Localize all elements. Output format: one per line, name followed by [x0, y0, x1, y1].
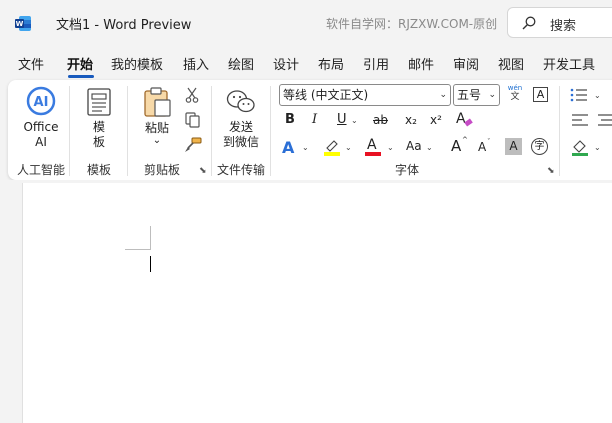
clipboard-group-label: 剪贴板 [144, 163, 181, 177]
send-to-wechat-label-1: 发送 [228, 120, 253, 134]
char-shading-button[interactable]: A [505, 138, 522, 155]
paste-dropdown-icon: ⌄ [152, 135, 162, 146]
text-effects-button[interactable]: A [282, 138, 294, 157]
search-icon [522, 16, 536, 30]
highlighter-icon[interactable] [323, 138, 341, 156]
phonetic-char: 文 [510, 92, 520, 102]
document-title: 文档1 - Word Preview [56, 18, 192, 33]
chevron-down-icon: ⌄ [439, 90, 447, 100]
caret-up-icon: ^ [462, 136, 468, 144]
tab-view[interactable]: 视图 [498, 54, 524, 73]
file-transfer-group-label: 文件传输 [217, 163, 266, 177]
chevron-down-icon[interactable]: ⌄ [426, 143, 433, 152]
tab-my-templates[interactable]: 我的模板 [111, 54, 163, 73]
ai-group-label: 人工智能 [17, 163, 66, 177]
font-group-label: 字体 [395, 163, 420, 177]
clear-format-button[interactable]: A [456, 111, 466, 127]
shrink-font-button[interactable]: A [478, 140, 486, 154]
chevron-down-icon[interactable]: ⌄ [351, 116, 358, 125]
font-color-swatch [365, 152, 381, 156]
bullets-icon[interactable] [570, 87, 588, 103]
word-icon: W [15, 16, 31, 31]
send-to-wechat-button[interactable]: 发送 到微信 [222, 120, 260, 150]
text-cursor [150, 256, 151, 272]
office-ai-label-2: AI [35, 135, 47, 149]
wechat-icon [226, 90, 255, 113]
subscript-button[interactable]: x₂ [405, 113, 417, 127]
document-page[interactable] [22, 183, 612, 423]
group-divider [211, 86, 212, 176]
paste-label: 粘贴 [144, 121, 169, 135]
font-name-value: 等线 (中文正文) [283, 88, 369, 102]
char-border-button[interactable]: A [533, 87, 548, 102]
template-label-1: 模 [92, 120, 105, 134]
strikethrough-button[interactable]: ab [373, 113, 388, 127]
svg-text:AI: AI [34, 95, 49, 110]
tab-home[interactable]: 开始 [67, 54, 93, 73]
group-divider [127, 86, 128, 176]
search-box[interactable]: 搜索 [507, 7, 612, 38]
italic-button[interactable]: I [312, 112, 317, 127]
search-label: 搜索 [550, 19, 577, 34]
tab-file[interactable]: 文件 [18, 54, 44, 73]
margin-corner-mark [150, 226, 151, 250]
align-left-icon[interactable] [572, 113, 588, 127]
template-icon [87, 88, 111, 116]
grow-font-button[interactable]: A [451, 137, 461, 155]
enclose-char-button[interactable]: 字 [531, 138, 548, 155]
menu-bar: 文件 开始 我的模板 插入 绘图 设计 布局 引用 邮件 审阅 视图 开发工具 [0, 46, 612, 78]
font-color-button[interactable]: A [367, 137, 377, 153]
font-launcher-icon[interactable]: ⬊ [547, 166, 555, 176]
active-tab-indicator [68, 75, 94, 78]
char-shading-letter: A [509, 139, 518, 153]
bold-button[interactable]: B [285, 112, 295, 127]
office-ai-label-1: Office [23, 120, 59, 134]
svg-text:W: W [16, 20, 24, 28]
align-center-icon[interactable] [598, 113, 612, 127]
paste-icon [144, 87, 171, 117]
chevron-down-icon[interactable]: ⌄ [387, 143, 394, 152]
shading-icon[interactable] [571, 138, 589, 156]
char-border-letter: A [536, 88, 545, 101]
group-divider [69, 86, 70, 176]
tab-insert[interactable]: 插入 [183, 54, 209, 73]
chevron-down-icon[interactable]: ⌄ [302, 143, 309, 152]
font-size-value: 五号 [457, 88, 482, 102]
margin-corner-mark [125, 249, 150, 250]
chevron-down-icon[interactable]: ⌄ [594, 91, 601, 100]
group-divider [270, 86, 271, 176]
template-label-2: 板 [92, 135, 105, 149]
chevron-down-icon[interactable]: ⌄ [594, 143, 601, 152]
clipboard-launcher-icon[interactable]: ⬊ [199, 166, 207, 176]
font-size-select[interactable]: 五号 ⌄ [453, 84, 500, 106]
chevron-down-icon: ⌄ [488, 90, 496, 100]
tab-mailings[interactable]: 邮件 [408, 54, 434, 73]
group-divider [559, 86, 560, 176]
cut-icon[interactable] [185, 87, 199, 103]
office-ai-button[interactable]: Office AI [22, 120, 60, 150]
send-to-wechat-label-2: 到微信 [222, 135, 259, 149]
chevron-down-icon[interactable]: ⌄ [345, 143, 352, 152]
phonetic-guide-button[interactable]: wén 文 [506, 84, 524, 102]
tab-draw[interactable]: 绘图 [228, 54, 254, 73]
office-ai-icon: AI [26, 86, 56, 116]
tab-design[interactable]: 设计 [273, 54, 299, 73]
tab-developer[interactable]: 开发工具 [543, 54, 595, 73]
underline-button[interactable]: U [337, 112, 347, 127]
tab-review[interactable]: 审阅 [453, 54, 479, 73]
format-painter-icon[interactable] [184, 137, 202, 153]
title-bar: W 文档1 - Word Preview 软件自学网：RJZXW.COM-原创 … [0, 0, 612, 46]
enclose-char-glyph: 字 [534, 141, 545, 152]
tab-references[interactable]: 引用 [363, 54, 389, 73]
tab-layout[interactable]: 布局 [318, 54, 344, 73]
change-case-button[interactable]: Aa [406, 139, 422, 153]
caret-down-icon: ˇ [487, 138, 491, 146]
copy-icon[interactable] [185, 112, 200, 128]
template-button[interactable]: 模 板 [86, 120, 112, 150]
font-name-select[interactable]: 等线 (中文正文) ⌄ [279, 84, 451, 106]
paste-button[interactable]: 粘贴 ⌄ [143, 121, 171, 146]
template-group-label: 模板 [87, 163, 112, 177]
watermark-text: 软件自学网：RJZXW.COM-原创 [326, 17, 498, 31]
superscript-button[interactable]: x² [430, 113, 442, 127]
